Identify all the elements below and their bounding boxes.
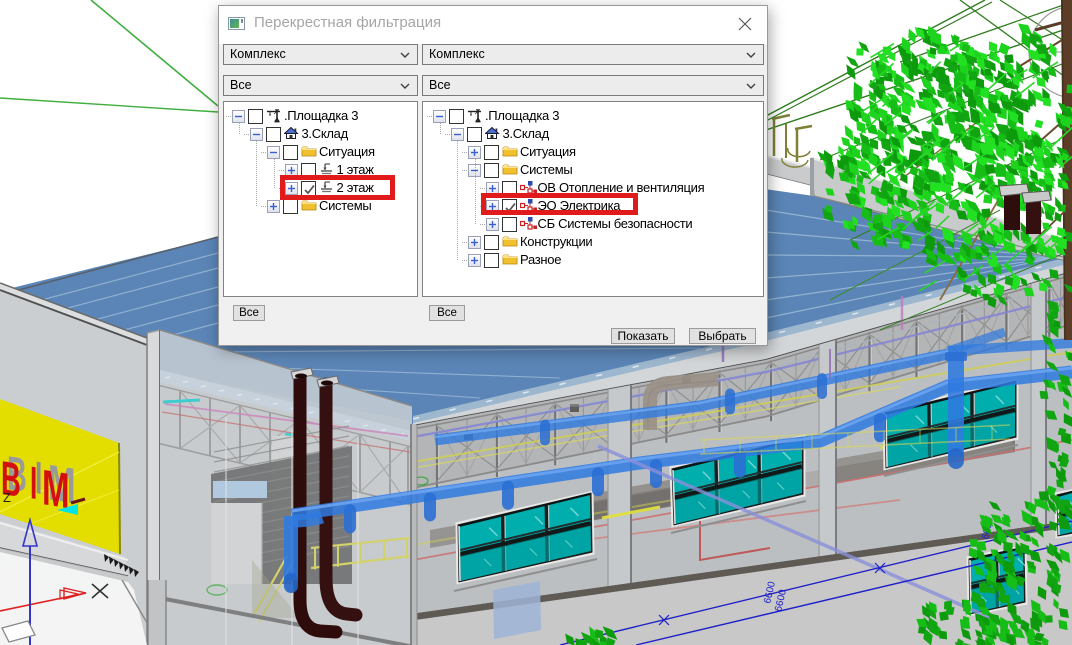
svg-text:Z: Z bbox=[3, 490, 11, 505]
svg-text:I: I bbox=[30, 456, 37, 509]
